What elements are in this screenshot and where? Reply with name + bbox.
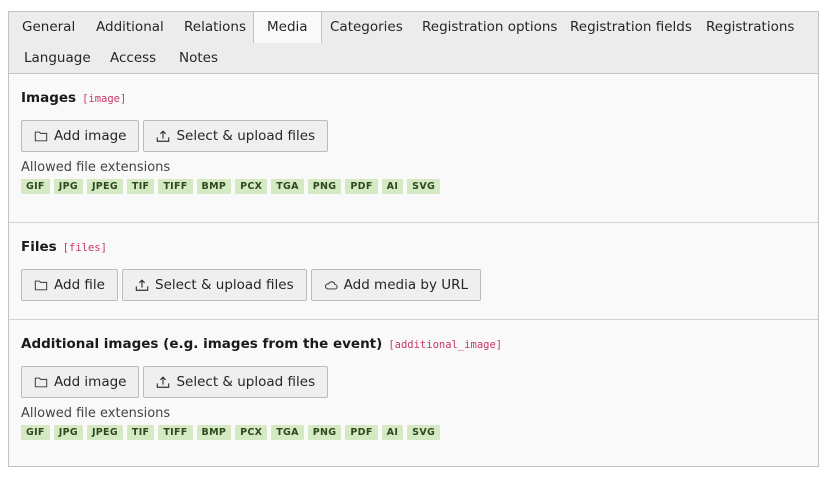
select-upload-label: Select & upload files bbox=[155, 277, 294, 293]
select-upload-label: Select & upload files bbox=[176, 374, 316, 390]
add-image-label: Add image bbox=[54, 374, 127, 390]
add-image-label: Add image bbox=[54, 128, 127, 144]
section-title-files: Files [files] bbox=[21, 239, 107, 255]
extension-badge: TIFF bbox=[158, 425, 193, 440]
select-upload-label: Select & upload files bbox=[176, 128, 316, 144]
extension-badge: SVG bbox=[407, 179, 441, 194]
tab-general[interactable]: General bbox=[9, 12, 88, 42]
extension-badge: TGA bbox=[271, 425, 304, 440]
extension-badge: TGA bbox=[271, 179, 304, 194]
tab-relations[interactable]: Relations bbox=[171, 12, 259, 42]
select-upload-button[interactable]: Select & upload files bbox=[143, 120, 329, 152]
extension-list: GIF JPG JPEG TIF TIFF BMP PCX TGA PNG PD… bbox=[21, 425, 441, 440]
extension-badge: GIF bbox=[21, 425, 50, 440]
add-file-label: Add file bbox=[54, 277, 105, 293]
field-code: [image] bbox=[82, 93, 127, 105]
section-divider bbox=[9, 222, 818, 223]
upload-icon bbox=[156, 129, 170, 143]
add-media-by-url-button[interactable]: Add media by URL bbox=[310, 269, 482, 301]
field-code: [files] bbox=[62, 242, 107, 254]
section-title-additional-images: Additional images (e.g. images from the … bbox=[21, 336, 502, 352]
extension-badge: TIF bbox=[126, 179, 155, 194]
allowed-extensions-label: Allowed file extensions bbox=[21, 160, 171, 175]
form-panel: General Additional Relations Media Categ… bbox=[8, 11, 819, 467]
extension-badge: PDF bbox=[345, 425, 378, 440]
extension-badge: PNG bbox=[307, 179, 342, 194]
tab-media[interactable]: Media bbox=[253, 11, 322, 43]
extension-badge: TIF bbox=[126, 425, 155, 440]
tab-registrations[interactable]: Registrations bbox=[693, 12, 807, 42]
tab-language[interactable]: Language bbox=[11, 43, 104, 73]
extension-badge: BMP bbox=[196, 425, 232, 440]
images-button-row: Add image Select & upload files bbox=[21, 120, 329, 152]
section-title-text: Files bbox=[21, 239, 57, 255]
extension-badge: AI bbox=[381, 179, 404, 194]
section-title-text: Additional images (e.g. images from the … bbox=[21, 336, 383, 352]
extension-badge: JPEG bbox=[86, 425, 123, 440]
extension-badge: PDF bbox=[345, 179, 378, 194]
tab-bar: General Additional Relations Media Categ… bbox=[9, 11, 818, 74]
extension-badge: TIFF bbox=[158, 179, 193, 194]
section-title-images: Images [image] bbox=[21, 90, 126, 106]
extension-badge: PCX bbox=[235, 425, 268, 440]
cloud-icon bbox=[324, 278, 338, 292]
allowed-extensions-label: Allowed file extensions bbox=[21, 406, 171, 421]
tab-registration-fields[interactable]: Registration fields bbox=[557, 12, 705, 42]
folder-icon bbox=[34, 375, 48, 389]
extension-badge: SVG bbox=[407, 425, 441, 440]
select-upload-button[interactable]: Select & upload files bbox=[122, 269, 307, 301]
extension-badge: JPG bbox=[53, 179, 83, 194]
folder-icon bbox=[34, 278, 48, 292]
additional-images-button-row: Add image Select & upload files bbox=[21, 366, 329, 398]
extension-list: GIF JPG JPEG TIF TIFF BMP PCX TGA PNG PD… bbox=[21, 179, 441, 194]
tab-additional[interactable]: Additional bbox=[83, 12, 177, 42]
upload-icon bbox=[135, 278, 149, 292]
add-image-button[interactable]: Add image bbox=[21, 120, 140, 152]
section-title-text: Images bbox=[21, 90, 77, 106]
files-button-row: Add file Select & upload files Add media… bbox=[21, 269, 482, 301]
extension-badge: GIF bbox=[21, 179, 50, 194]
extension-badge: PCX bbox=[235, 179, 268, 194]
tab-access[interactable]: Access bbox=[97, 43, 169, 73]
folder-icon bbox=[34, 129, 48, 143]
extension-badge: JPEG bbox=[86, 179, 123, 194]
add-file-button[interactable]: Add file bbox=[21, 269, 118, 301]
add-image-button[interactable]: Add image bbox=[21, 366, 140, 398]
extension-badge: AI bbox=[381, 425, 404, 440]
tab-categories[interactable]: Categories bbox=[317, 12, 416, 42]
extension-badge: JPG bbox=[53, 425, 83, 440]
select-upload-button[interactable]: Select & upload files bbox=[143, 366, 329, 398]
tab-registration-options[interactable]: Registration options bbox=[409, 12, 570, 42]
section-divider bbox=[9, 319, 818, 320]
field-code: [additional_image] bbox=[388, 339, 503, 351]
extension-badge: BMP bbox=[196, 179, 232, 194]
upload-icon bbox=[156, 375, 170, 389]
add-media-by-url-label: Add media by URL bbox=[343, 277, 469, 293]
tab-notes[interactable]: Notes bbox=[166, 43, 231, 73]
extension-badge: PNG bbox=[307, 425, 342, 440]
